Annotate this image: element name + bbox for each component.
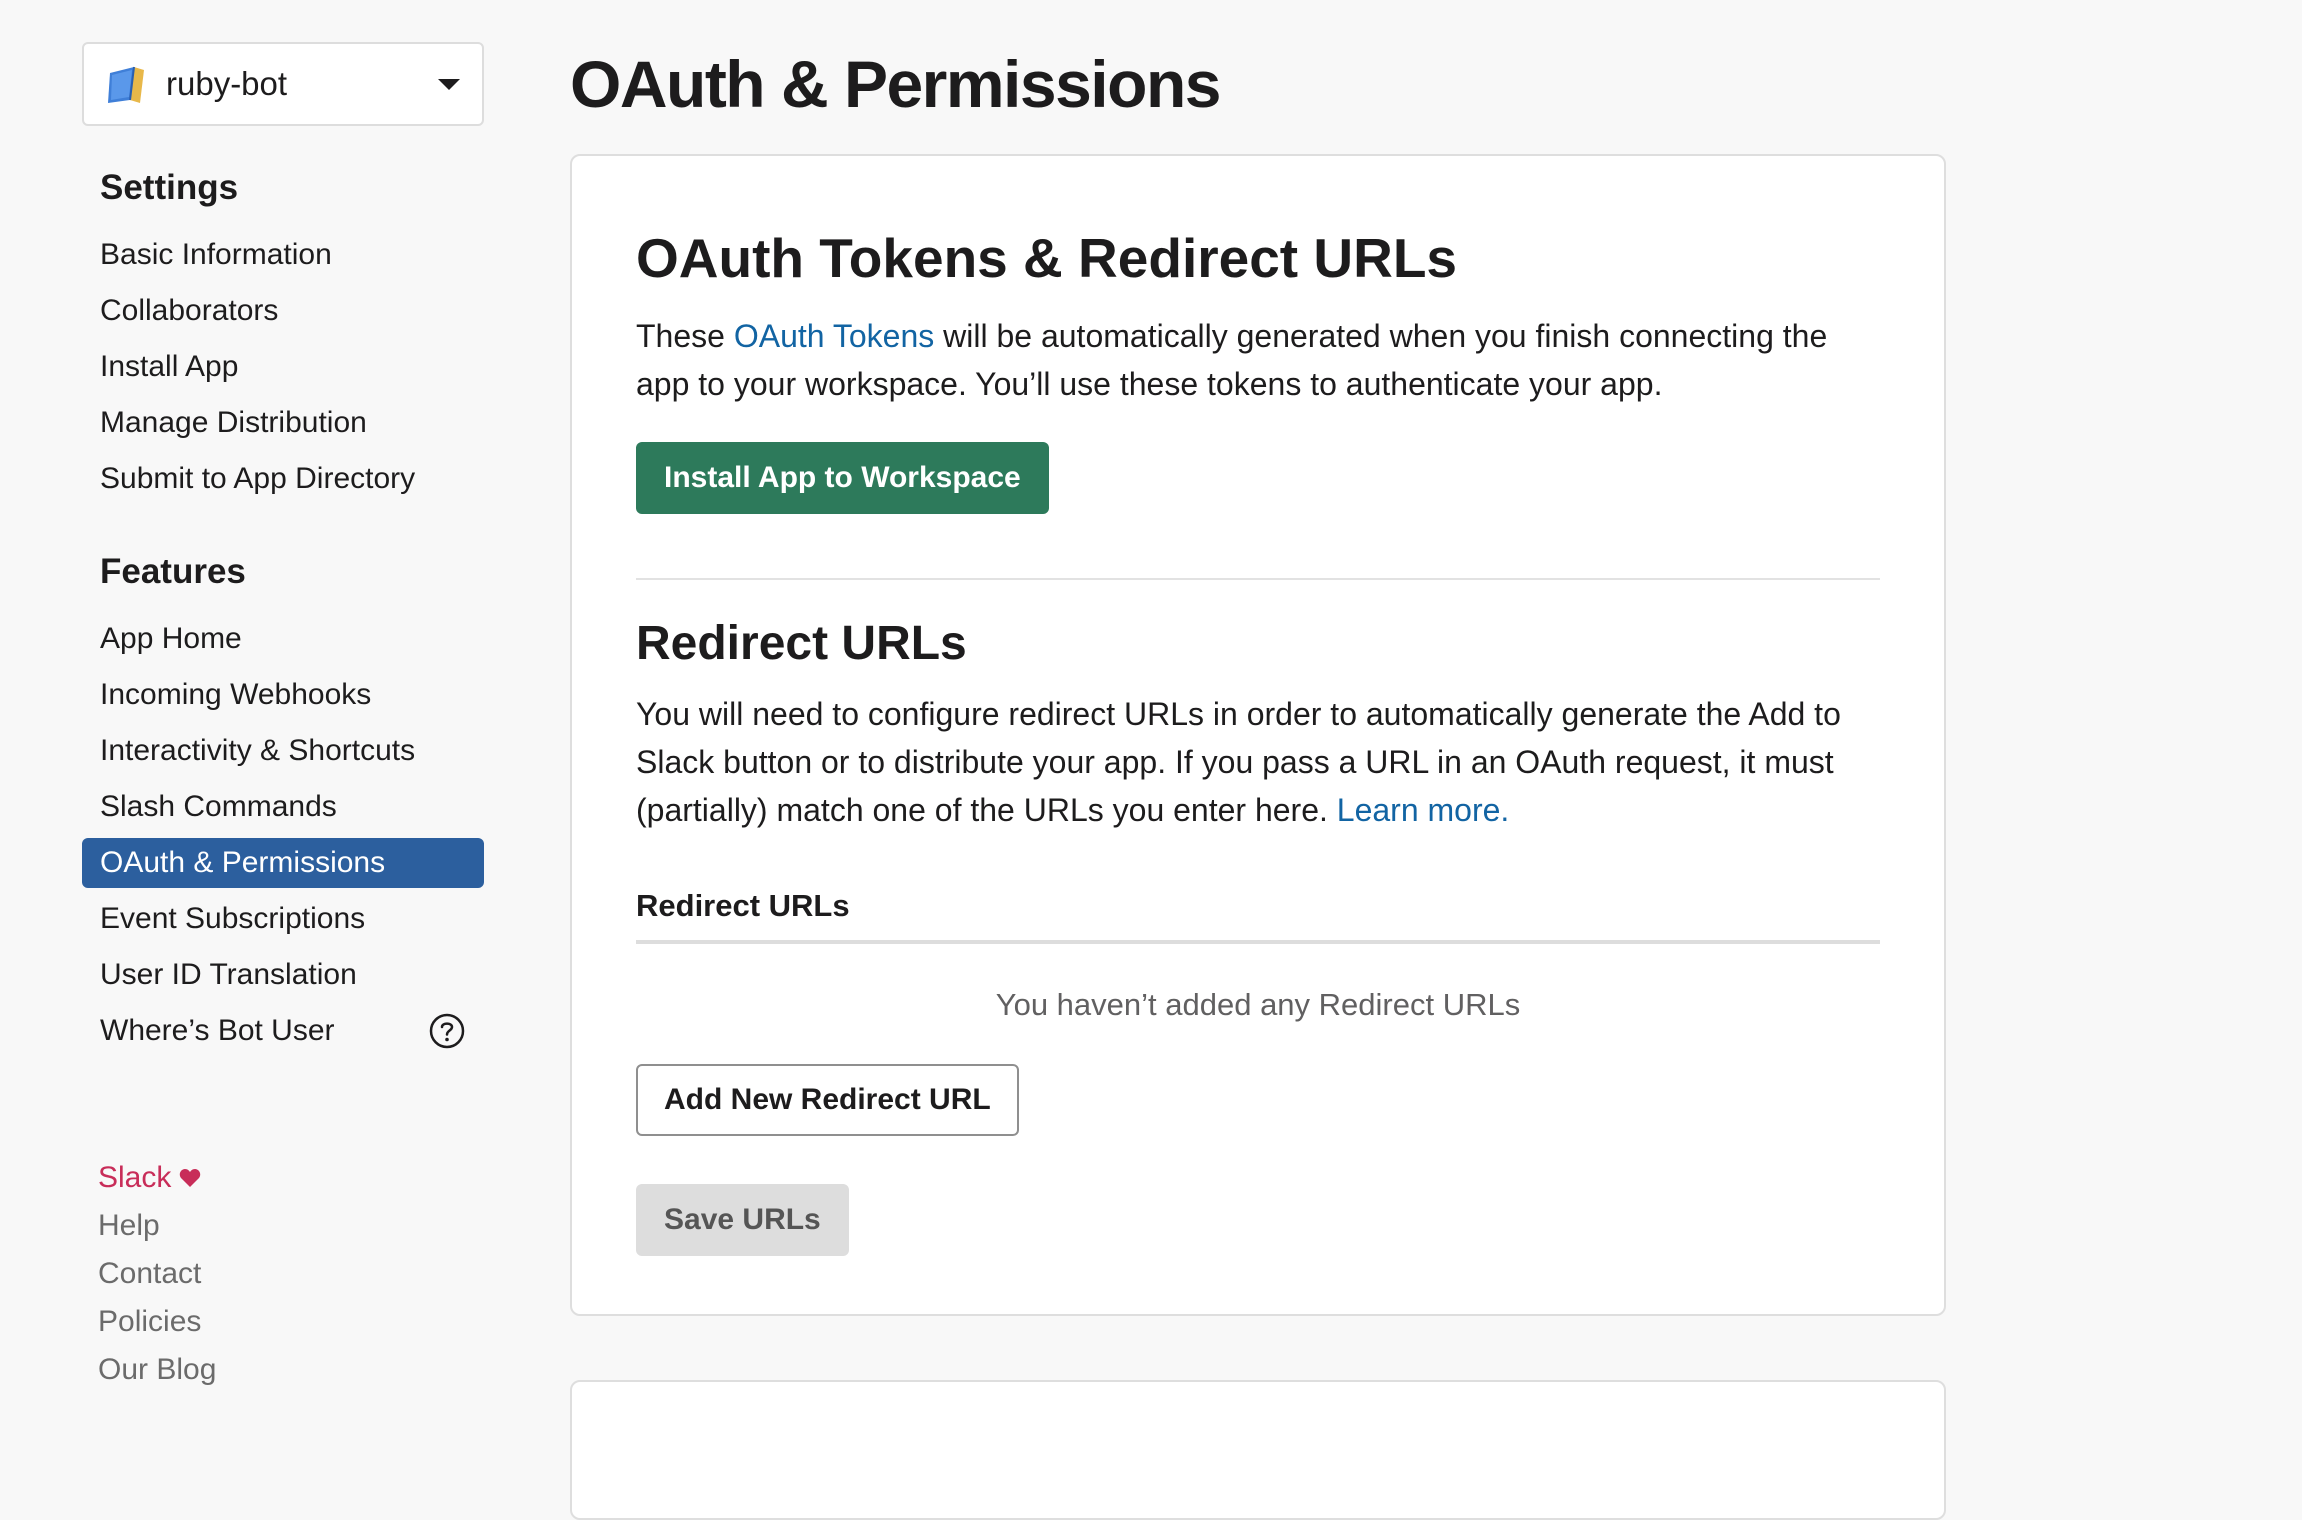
features-heading: Features: [100, 552, 246, 591]
next-card: [570, 1380, 1946, 1520]
section-divider: [636, 578, 1880, 580]
caret-down-icon: [436, 76, 462, 92]
sidebar-item-basic-information[interactable]: Basic Information: [82, 230, 484, 280]
sidebar-item-incoming-webhooks[interactable]: Incoming Webhooks: [82, 670, 484, 720]
sidebar-item-label: User ID Translation: [100, 958, 357, 991]
sidebar-item-app-home[interactable]: App Home: [82, 614, 484, 664]
sidebar-item-label: Install App: [100, 350, 239, 383]
slack-link[interactable]: Slack: [98, 1154, 484, 1202]
redirect-description: You will need to configure redirect URLs…: [636, 690, 1886, 834]
sidebar-item-event-subscriptions[interactable]: Event Subscriptions: [82, 894, 484, 944]
sidebar-item-wheres-bot-user[interactable]: Where’s Bot User: [82, 1006, 484, 1056]
contact-link[interactable]: Contact: [98, 1250, 484, 1298]
sidebar-item-label: App Home: [100, 622, 242, 655]
tokens-section-title: OAuth Tokens & Redirect URLs: [636, 227, 1458, 289]
sidebar-item-label: Slash Commands: [100, 790, 337, 823]
policies-link[interactable]: Policies: [98, 1298, 484, 1346]
blog-link[interactable]: Our Blog: [98, 1346, 484, 1394]
sidebar-item-interactivity-shortcuts[interactable]: Interactivity & Shortcuts: [82, 726, 484, 776]
help-link[interactable]: Help: [98, 1202, 484, 1250]
sidebar-item-label: OAuth & Permissions: [100, 846, 386, 879]
sidebar-item-label: Collaborators: [100, 294, 279, 327]
oauth-tokens-card: OAuth Tokens & Redirect URLs These OAuth…: [570, 154, 1946, 1316]
sidebar-item-user-id-translation[interactable]: User ID Translation: [82, 950, 484, 1000]
sidebar: ruby-bot Settings Basic Information Coll…: [82, 42, 484, 1394]
settings-heading: Settings: [100, 168, 239, 207]
tokens-text-before: These: [636, 318, 734, 354]
heart-icon: [179, 1168, 201, 1188]
oauth-tokens-link[interactable]: OAuth Tokens: [734, 318, 934, 354]
book-icon: [104, 61, 150, 107]
list-heading-rule: [636, 940, 1880, 944]
footer-links: Slack Help Contact Policies Our Blog: [82, 1154, 484, 1394]
add-redirect-url-button[interactable]: Add New Redirect URL: [636, 1064, 1019, 1136]
sidebar-item-manage-distribution[interactable]: Manage Distribution: [82, 398, 484, 448]
redirect-text: You will need to configure redirect URLs…: [636, 696, 1841, 828]
redirect-section-title: Redirect URLs: [636, 617, 967, 670]
sidebar-item-oauth-permissions[interactable]: OAuth & Permissions: [82, 838, 484, 888]
slack-link-label: Slack: [98, 1161, 172, 1194]
sidebar-item-label: Event Subscriptions: [100, 902, 366, 935]
settings-nav: Basic Information Collaborators Install …: [82, 230, 484, 504]
save-urls-button[interactable]: Save URLs: [636, 1184, 849, 1256]
features-nav: App Home Incoming Webhooks Interactivity…: [82, 614, 484, 1056]
sidebar-item-label: Incoming Webhooks: [100, 678, 372, 711]
page-title: OAuth & Permissions: [570, 47, 1221, 121]
app-name: ruby-bot: [166, 65, 288, 102]
question-circle-icon[interactable]: [428, 1012, 466, 1050]
tokens-description: These OAuth Tokens will be automatically…: [636, 312, 1886, 408]
sidebar-item-label: Manage Distribution: [100, 406, 367, 439]
sidebar-item-slash-commands[interactable]: Slash Commands: [82, 782, 484, 832]
sidebar-item-collaborators[interactable]: Collaborators: [82, 286, 484, 336]
sidebar-item-label: Where’s Bot User: [100, 1014, 335, 1047]
sidebar-item-install-app[interactable]: Install App: [82, 342, 484, 392]
sidebar-item-submit-to-app-directory[interactable]: Submit to App Directory: [82, 454, 484, 504]
redirect-urls-list-heading: Redirect URLs: [636, 888, 850, 923]
learn-more-link[interactable]: Learn more.: [1337, 792, 1510, 828]
app-switcher[interactable]: ruby-bot: [82, 42, 484, 126]
empty-redirect-urls-message: You haven’t added any Redirect URLs: [995, 987, 1521, 1022]
sidebar-item-label: Submit to App Directory: [100, 462, 416, 495]
sidebar-item-label: Basic Information: [100, 238, 332, 271]
sidebar-item-label: Interactivity & Shortcuts: [100, 734, 416, 767]
install-app-button[interactable]: Install App to Workspace: [636, 442, 1049, 514]
